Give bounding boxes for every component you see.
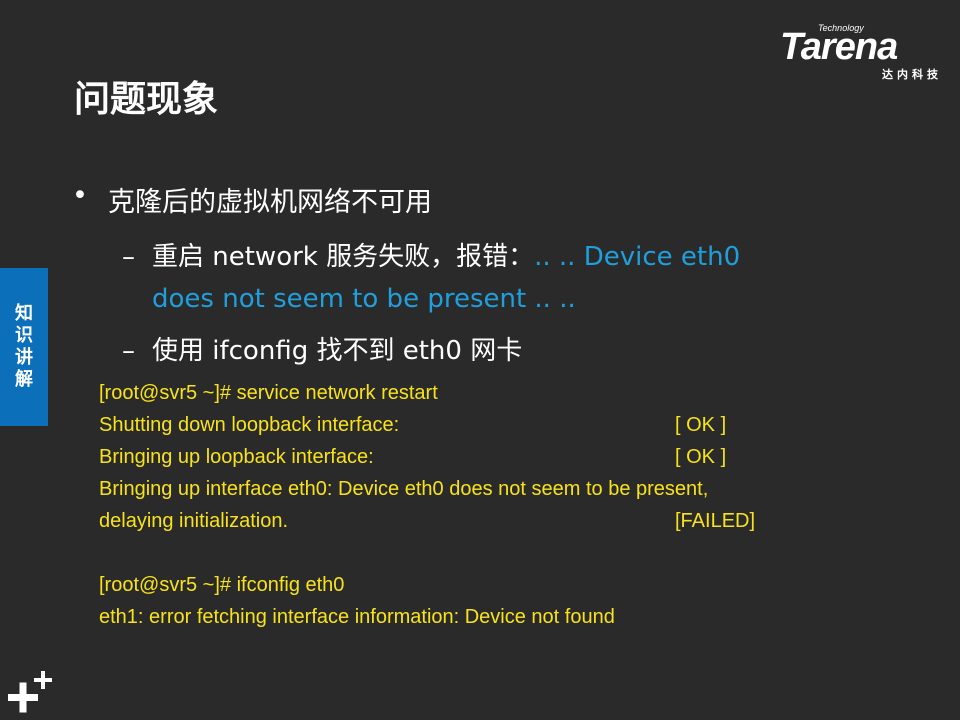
sub-bullet-network: – 重启 network 服务失败，报错：.. .. Device eth0 do… bbox=[122, 236, 822, 320]
terminal-line: [root@svr5 ~]# ifconfig eth0 bbox=[99, 574, 345, 596]
tarena-logo: Technology Tarena 达内科技 bbox=[780, 22, 946, 84]
sub2-text: 使用 ifconfig 找不到 eth0 网卡 bbox=[152, 336, 523, 366]
logo-cn: 达内科技 bbox=[882, 68, 942, 81]
bullet-main: • 克隆后的虚拟机网络不可用 bbox=[72, 180, 432, 219]
terminal-line: Bringing up loopback interface:[ OK ] bbox=[99, 446, 727, 468]
sub1-prefix: 重启 network 服务失败，报错： bbox=[152, 242, 535, 272]
dash-icon: – bbox=[122, 242, 135, 272]
plus-plus-icon bbox=[8, 671, 52, 713]
tab-char: 讲 bbox=[15, 347, 33, 368]
terminal-line: delaying initialization. [FAILED] bbox=[99, 510, 756, 532]
terminal-line: eth1: error fetching interface informati… bbox=[99, 606, 615, 628]
bullet-dot-icon: • bbox=[72, 180, 88, 211]
terminal-output: [root@svr5 ~]# service network restart S… bbox=[99, 377, 756, 633]
terminal-line: Shutting down loopback interface:[ OK ] bbox=[99, 414, 727, 436]
dash-icon: – bbox=[122, 336, 135, 366]
bullet-main-text: 克隆后的虚拟机网络不可用 bbox=[108, 187, 432, 218]
sub1-highlight-a: .. .. Device eth0 bbox=[534, 242, 741, 272]
tab-char: 解 bbox=[15, 369, 33, 390]
slide-title: 问题现象 bbox=[74, 79, 219, 120]
terminal-line: Bringing up interface eth0: Device eth0 … bbox=[99, 478, 709, 500]
logo-brand: Tarena bbox=[780, 26, 898, 68]
sub1-highlight-b: does not seem to be present .. .. bbox=[152, 284, 576, 314]
terminal-line: [root@svr5 ~]# service network restart bbox=[99, 382, 438, 404]
tab-char: 识 bbox=[15, 325, 33, 346]
knowledge-tab[interactable]: 知 识 讲 解 bbox=[0, 268, 48, 426]
sub-bullet-ifconfig: – 使用 ifconfig 找不到 eth0 网卡 bbox=[122, 330, 522, 367]
tab-char: 知 bbox=[15, 303, 33, 324]
